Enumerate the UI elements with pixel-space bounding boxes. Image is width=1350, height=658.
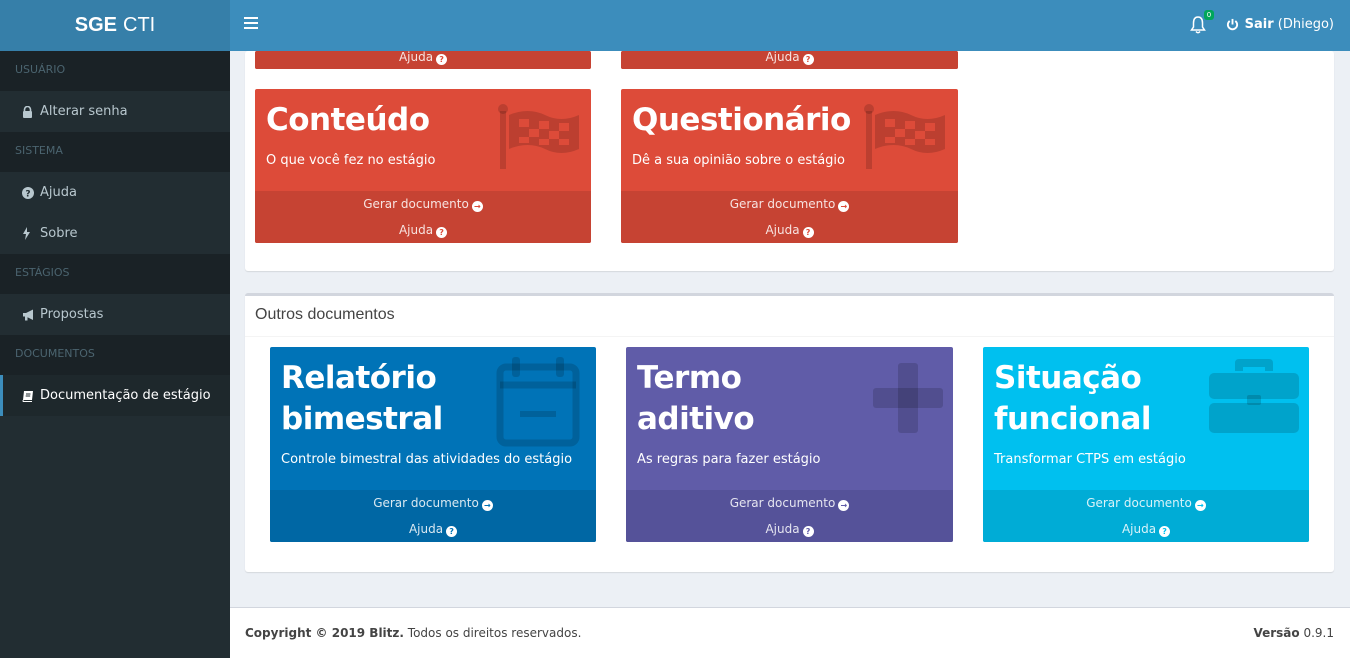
documents-box: Ajuda? Ajuda? Conteúdo O que você fez no…	[245, 51, 1334, 271]
sidebar-item-sobre[interactable]: Sobre	[0, 213, 230, 254]
sidebar-item-label: Alterar senha	[40, 104, 128, 119]
card-footer: Gerar documento → Ajuda?	[626, 490, 953, 542]
card-footer: Gerar documento → Ajuda?	[983, 490, 1309, 542]
user-label: (Dhiego)	[1277, 17, 1334, 32]
sidebar-toggle-icon[interactable]	[244, 17, 258, 29]
help-link[interactable]: Ajuda?	[983, 516, 1309, 542]
document-card-situacao-funcional: Situação funcional Transformar CTPS em e…	[983, 347, 1309, 542]
arrow-circle-right-icon: →	[838, 201, 850, 212]
card-footer: Gerar documento → Ajuda?	[270, 490, 596, 542]
arrow-circle-right-icon: →	[481, 500, 493, 511]
sidebar: USUÁRIO Alterar senha SISTEMA ? Ajuda So…	[0, 51, 230, 658]
card-subtitle: Transformar CTPS em estágio	[994, 452, 1186, 467]
generate-document-link[interactable]: Gerar documento →	[621, 191, 958, 217]
question-circle-icon: ?	[1159, 526, 1171, 537]
version: Versão 0.9.1	[1253, 626, 1334, 640]
question-circle-icon: ?	[802, 526, 814, 537]
card-title: Relatório bimestral	[281, 360, 443, 437]
document-card-relatorio-bimestral: Relatório bimestral Controle bimestral d…	[270, 347, 596, 542]
sidebar-item-label: Sobre	[40, 226, 78, 241]
card-footer: Gerar documento → Ajuda?	[255, 191, 591, 243]
calendar-minus-icon	[496, 357, 580, 447]
sidebar-item-ajuda[interactable]: ? Ajuda	[0, 172, 230, 213]
arrow-circle-right-icon: →	[1194, 500, 1206, 511]
sidebar-header-sistema: SISTEMA	[0, 132, 230, 172]
lock-icon	[22, 105, 40, 118]
page-footer: Copyright © 2019 Blitz. Todos os direito…	[230, 607, 1350, 658]
card-subtitle: Controle bimestral das atividades do est…	[281, 452, 573, 467]
generate-document-link[interactable]: Gerar documento →	[626, 490, 953, 516]
document-card-conteudo: Conteúdo O que você fez no estágio Gerar…	[255, 89, 591, 243]
generate-document-link[interactable]: Gerar documento →	[270, 490, 596, 516]
sidebar-header-estagios: ESTÁGIOS	[0, 254, 230, 294]
logout-label: Sair	[1244, 17, 1274, 32]
question-circle-icon: ?	[446, 526, 458, 537]
power-icon	[1226, 18, 1238, 31]
flag-checkered-icon	[864, 104, 945, 169]
copyright: Copyright © 2019 Blitz. Todos os direito…	[245, 626, 582, 640]
other-documents-box: Outros documentos Relatório bimestral Co…	[245, 293, 1334, 572]
sidebar-header-usuario: USUÁRIO	[0, 51, 230, 91]
sidebar-item-label: Ajuda	[40, 185, 77, 200]
card-subtitle: Dê a sua opinião sobre o estágio	[632, 153, 845, 168]
top-navbar: 0 Sair (Dhiego)	[230, 0, 1350, 51]
flag-checkered-icon	[498, 104, 579, 169]
logout-button[interactable]: Sair (Dhiego)	[1226, 17, 1334, 32]
help-link[interactable]: Ajuda?	[626, 516, 953, 542]
sidebar-item-propostas[interactable]: Propostas	[0, 294, 230, 335]
question-circle-icon: ?	[802, 227, 814, 238]
notification-badge: 0	[1204, 10, 1214, 20]
help-link[interactable]: Ajuda?	[255, 51, 591, 69]
arrow-circle-right-icon: →	[838, 500, 850, 511]
sidebar-header-documentos: DOCUMENTOS	[0, 335, 230, 375]
card-title: Questionário	[632, 102, 851, 138]
sidebar-item-documentacao-de-estagio[interactable]: Documentação de estágio	[0, 375, 230, 416]
plus-icon	[873, 363, 943, 433]
svg-text:?: ?	[25, 189, 30, 199]
question-circle-icon: ?	[802, 54, 814, 65]
generate-document-link[interactable]: Gerar documento →	[983, 490, 1309, 516]
bolt-icon	[22, 227, 40, 240]
briefcase-icon	[1209, 359, 1299, 433]
card-footer: Gerar documento → Ajuda?	[621, 191, 958, 243]
app-logo[interactable]: SGE CTI	[0, 0, 230, 51]
sidebar-item-label: Documentação de estágio	[40, 388, 211, 403]
document-card-partial: Ajuda?	[621, 51, 958, 69]
logo-bold: SGE	[74, 14, 118, 36]
sidebar-item-label: Propostas	[40, 307, 104, 322]
question-circle-icon: ?	[436, 54, 448, 65]
help-link[interactable]: Ajuda?	[621, 217, 958, 243]
bullhorn-icon	[22, 309, 40, 321]
document-card-questionario: Questionário Dê a sua opinião sobre o es…	[621, 89, 958, 243]
arrow-circle-right-icon: →	[471, 201, 483, 212]
card-title: Situação funcional	[994, 360, 1152, 437]
help-link[interactable]: Ajuda?	[255, 217, 591, 243]
question-circle-icon: ?	[22, 186, 40, 199]
sidebar-item-alterar-senha[interactable]: Alterar senha	[0, 91, 230, 132]
help-link[interactable]: Ajuda?	[270, 516, 596, 542]
box-title: Outros documentos	[245, 296, 1334, 337]
document-card-partial: Ajuda?	[255, 51, 591, 69]
help-link[interactable]: Ajuda?	[621, 51, 958, 69]
question-circle-icon: ?	[436, 227, 448, 238]
card-subtitle: O que você fez no estágio	[266, 153, 436, 168]
generate-document-link[interactable]: Gerar documento →	[255, 191, 591, 217]
book-icon	[22, 390, 40, 402]
logo-rest: CTI	[123, 14, 156, 36]
card-title: Conteúdo	[266, 102, 430, 138]
card-title: Termo aditivo	[637, 360, 755, 437]
card-subtitle: As regras para fazer estágio	[637, 452, 821, 467]
document-card-termo-aditivo: Termo aditivo As regras para fazer estág…	[626, 347, 953, 542]
